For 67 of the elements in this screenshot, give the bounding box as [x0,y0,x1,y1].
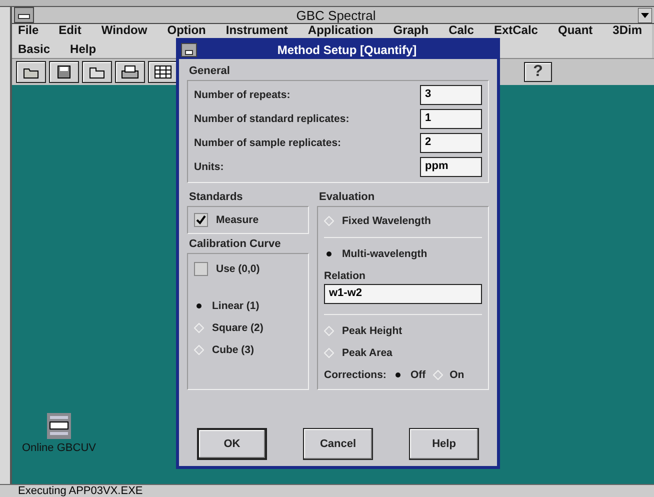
minimize-icon[interactable] [638,8,652,22]
input-field[interactable]: ppm [420,157,482,177]
radio-label: Linear (1) [212,300,260,312]
radio-button[interactable] [324,326,334,336]
radio-button[interactable] [324,216,334,226]
dialog-button[interactable]: Help [409,428,479,460]
menu-item[interactable]: 3Dim [612,24,642,37]
menu-item[interactable]: Edit [58,24,82,37]
field-label: Number of repeats: [194,89,290,101]
radio-button[interactable] [194,345,204,355]
menu-item[interactable]: Application [308,24,374,37]
menu-item[interactable]: Help [70,43,96,56]
menu-item[interactable]: Quant [558,24,593,37]
menu-item[interactable]: File [18,24,39,37]
group-label: Standards [189,191,243,203]
input-field[interactable]: 1 [420,109,482,129]
radio-label: Peak Height [342,325,402,337]
application-icon[interactable] [46,413,71,439]
group-label: General [189,65,230,77]
menu-item[interactable]: Option [167,24,206,37]
dialog-title: Method Setup [Quantify] [276,43,418,57]
dialog-button[interactable]: OK [197,428,267,460]
checkbox-label: Measure [216,214,259,226]
input-field[interactable]: 2 [420,133,482,153]
radio-button[interactable] [194,323,204,333]
open-icon[interactable] [16,61,46,83]
radio-label: Off [410,369,426,381]
radio-label: Multi-wavelength [342,248,428,260]
checkbox[interactable] [194,213,208,227]
field-label: Relation [324,270,366,282]
radio-button[interactable] [432,370,443,380]
menu-item[interactable]: Window [101,24,148,37]
folder-icon[interactable] [82,61,112,83]
icon-label: Online GBCUV [22,442,96,454]
radio-button[interactable] [324,249,334,259]
grid-icon[interactable] [148,61,178,83]
radio-label: Cube (3) [212,344,254,356]
group-label: Evaluation [319,191,375,203]
field-label: Units: [194,161,224,173]
group-label: Calibration Curve [189,238,281,250]
input-field[interactable]: 3 [420,85,482,105]
window-title: GBC Spectral [295,8,377,22]
field-label: Number of standard replicates: [194,113,350,125]
printer-icon[interactable] [115,61,145,83]
radio-button[interactable] [194,301,204,311]
menu-item[interactable]: Calc [448,24,474,37]
menu-item[interactable]: Instrument [226,24,288,37]
radio-button[interactable] [324,348,334,358]
input-field[interactable]: w1-w2 [324,284,482,304]
radio-label: On [450,369,464,381]
radio-label: Fixed Wavelength [342,215,431,227]
menu-item[interactable]: ExtCalc [494,24,538,37]
radio-label: Peak Area [342,347,392,359]
system-menu-icon[interactable] [14,7,34,23]
field-label: Number of sample replicates: [194,137,342,149]
status-bar: Executing APP03VX.EXE [0,484,654,497]
radio-button[interactable] [393,370,404,380]
help-button[interactable]: ? [524,62,552,82]
dialog-button[interactable]: Cancel [303,428,373,460]
menu-item[interactable]: Basic [18,43,50,56]
radio-label: Square (2) [212,322,264,334]
checkbox[interactable] [194,262,208,276]
menu-item[interactable]: Graph [393,24,429,37]
checkbox-label: Use (0,0) [216,263,260,275]
system-menu-icon[interactable] [181,43,197,57]
corrections-label: Corrections: [324,369,386,381]
save-icon[interactable] [49,61,79,83]
